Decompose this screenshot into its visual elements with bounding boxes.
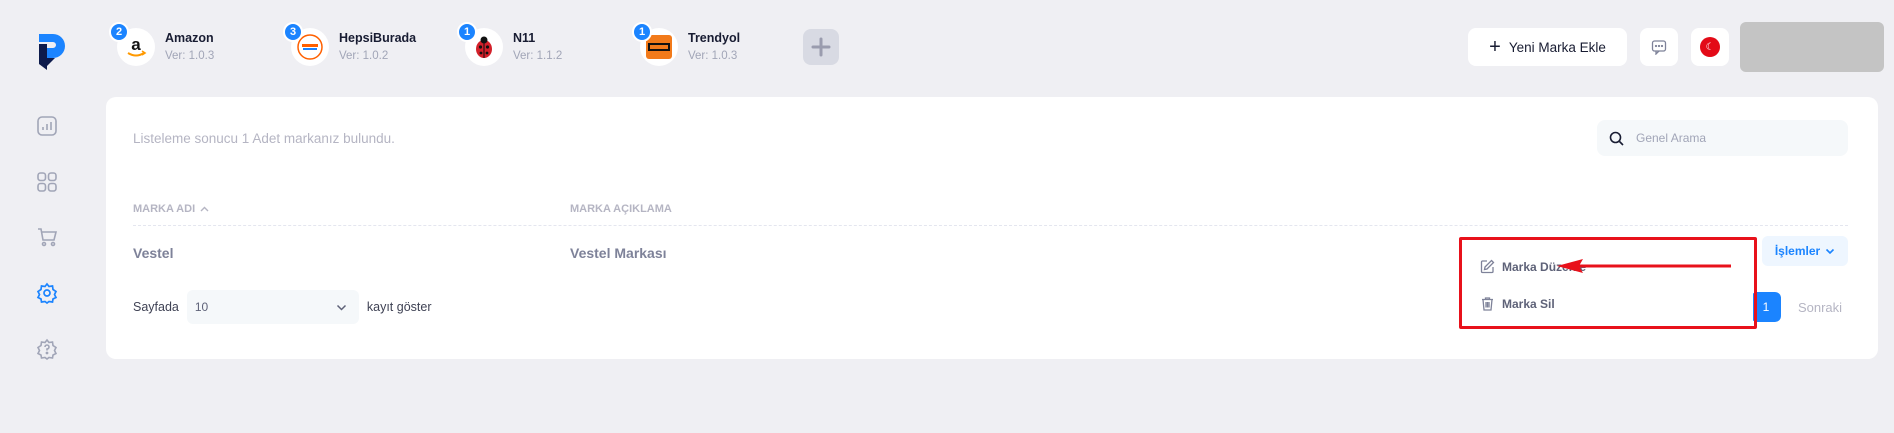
plus-icon [811, 37, 831, 57]
column-header-brand-description: MARKA AÇIKLAMA [570, 203, 672, 215]
turkey-flag-icon: ☾ [1700, 37, 1720, 57]
plus-icon: + [1489, 36, 1501, 58]
amazon-logo-icon: 2 a [109, 22, 155, 66]
header-divider [133, 225, 1848, 226]
page-size-select[interactable]: 10 [186, 290, 359, 324]
app-logo[interactable] [33, 30, 69, 72]
trendyol-logo-icon: 1 [632, 22, 678, 66]
marketplace-badge: 2 [109, 22, 129, 42]
help-icon[interactable] [35, 337, 59, 361]
marketplace-version: Ver: 1.0.2 [339, 50, 389, 62]
new-brand-label: Yeni Marka Ekle [1508, 39, 1606, 55]
trash-icon [1482, 297, 1493, 311]
sort-asc-icon [200, 206, 209, 212]
chevron-down-icon [1826, 248, 1835, 254]
apps-grid-icon[interactable] [35, 170, 59, 194]
cell-brand-description: Vestel Markası [570, 245, 667, 261]
page-size-prefix: Sayfada [133, 300, 179, 314]
add-marketplace-button[interactable] [803, 29, 839, 65]
column-header-brand-name[interactable]: MARKA ADI [133, 203, 209, 215]
marketplace-version: Ver: 1.0.3 [688, 50, 738, 62]
dashboard-chart-icon[interactable] [35, 114, 59, 138]
user-profile-area[interactable] [1740, 22, 1884, 72]
row-actions-menu: Marka Düzenle Marka Sil [1463, 240, 1753, 326]
marketplace-badge: 3 [283, 22, 303, 42]
page-size-suffix: kayıt göster [366, 300, 432, 314]
search-input[interactable] [1636, 131, 1826, 145]
new-brand-button[interactable]: + Yeni Marka Ekle [1468, 28, 1627, 66]
marketplace-badge: 1 [457, 22, 477, 42]
language-button[interactable]: ☾ [1691, 28, 1729, 66]
chat-button[interactable] [1640, 28, 1678, 66]
marketplace-badge: 1 [632, 22, 652, 42]
settings-gear-icon[interactable] [35, 281, 59, 305]
cell-brand-name: Vestel [133, 245, 174, 261]
hepsiburada-logo-icon: 3 [283, 22, 329, 66]
menu-item-delete-brand[interactable]: Marka Sil [1480, 296, 1555, 311]
annotation-arrow-icon [1557, 259, 1731, 273]
marketplace-name: HepsiBurada [339, 31, 417, 45]
column-header-label: MARKA AÇIKLAMA [570, 203, 672, 215]
marketplace-hepsiburada[interactable]: 3 HepsiBurada Ver: 1.0.2 [283, 22, 417, 70]
page-size-value: 10 [194, 300, 209, 314]
chevron-down-icon [336, 304, 346, 311]
marketplace-version: Ver: 1.0.3 [165, 50, 215, 62]
svg-text:a: a [131, 35, 141, 54]
sidebar [0, 0, 95, 433]
page-button-current[interactable]: 1 [1751, 292, 1781, 322]
marketplace-name: N11 [513, 31, 536, 45]
marketplace-version: Ver: 1.1.2 [513, 50, 563, 62]
cart-icon[interactable] [35, 225, 59, 249]
column-header-label: MARKA ADI [133, 203, 196, 215]
row-actions-button[interactable]: İşlemler [1762, 236, 1848, 266]
next-page-button[interactable]: Sonraki [1790, 293, 1850, 321]
global-search[interactable] [1597, 120, 1848, 156]
result-count-text: Listeleme sonucu 1 Adet markanız bulundu… [133, 131, 395, 146]
actions-label: İşlemler [1774, 244, 1821, 258]
n11-ladybug-logo-icon: 1 [457, 22, 503, 66]
search-icon [1609, 131, 1624, 146]
marketplace-n11[interactable]: 1 N11 Ver: 1.1.2 [457, 22, 563, 70]
marketplace-trendyol[interactable]: 1 Trendyol Ver: 1.0.3 [632, 22, 741, 70]
menu-item-label: Marka Sil [1502, 296, 1555, 311]
page-size-control: Sayfada 10 kayıt göster [133, 290, 432, 324]
edit-icon [1480, 259, 1495, 274]
marketplace-name: Amazon [165, 31, 214, 45]
marketplace-name: Trendyol [688, 31, 741, 45]
marketplace-amazon[interactable]: 2 a Amazon Ver: 1.0.3 [109, 22, 215, 70]
chat-icon [1651, 40, 1667, 55]
